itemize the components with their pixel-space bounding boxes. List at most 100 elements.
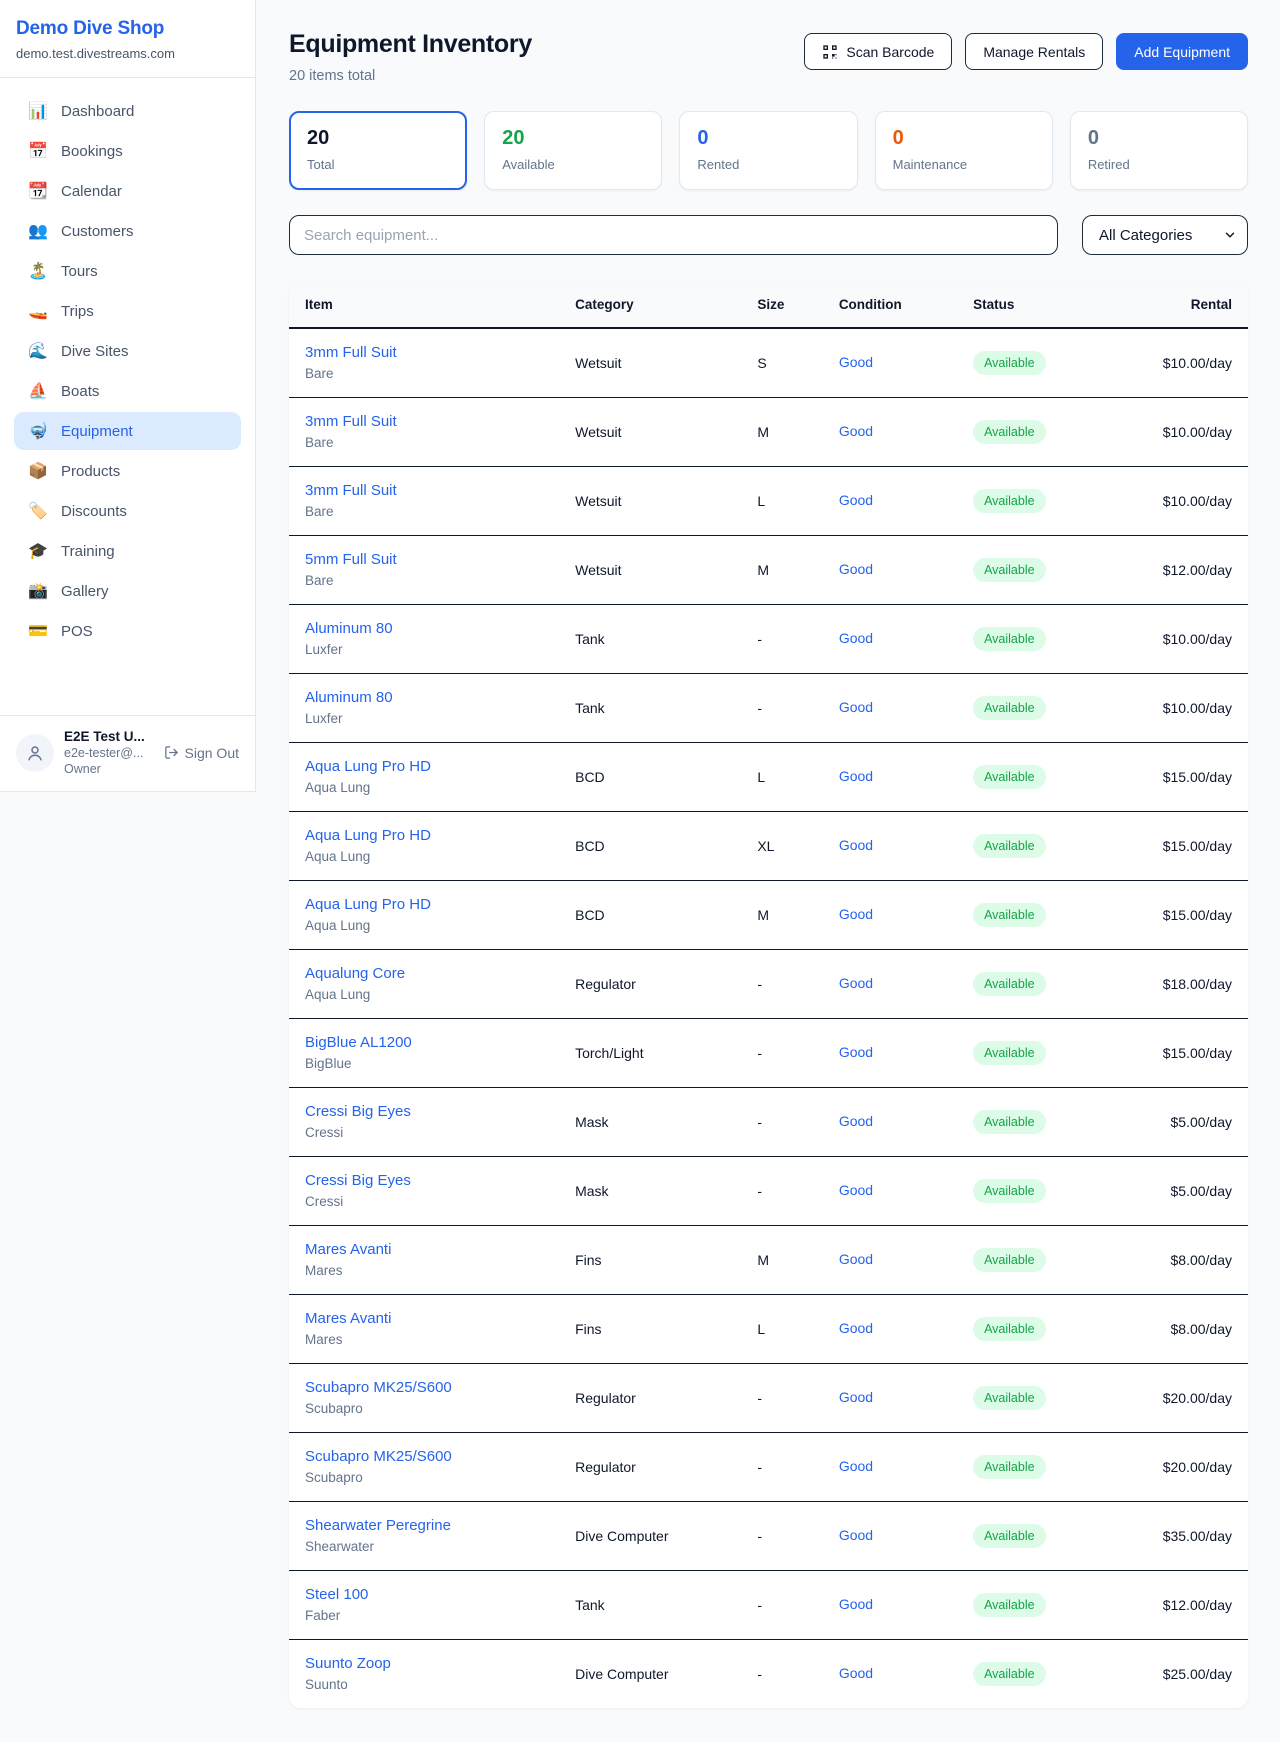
stat-value-retired: 0 xyxy=(1088,127,1230,150)
item-name-link[interactable]: Aluminum 80 xyxy=(305,620,393,637)
condition-link[interactable]: Good xyxy=(839,837,873,853)
manage-rentals-button[interactable]: Manage Rentals xyxy=(965,33,1103,70)
item-name-link[interactable]: Scubapro MK25/S600 xyxy=(305,1448,452,1465)
sidebar-item-bookings[interactable]: 📅 Bookings xyxy=(14,132,241,170)
condition-link[interactable]: Good xyxy=(839,561,873,577)
condition-link[interactable]: Good xyxy=(839,975,873,991)
item-name-link[interactable]: 3mm Full Suit xyxy=(305,482,397,499)
item-name-link[interactable]: Cressi Big Eyes xyxy=(305,1172,411,1189)
condition-link[interactable]: Good xyxy=(839,906,873,922)
sidebar-item-pos[interactable]: 💳 POS xyxy=(14,612,241,650)
item-name-link[interactable]: Aqua Lung Pro HD xyxy=(305,827,431,844)
condition-link[interactable]: Good xyxy=(839,1389,873,1405)
item-name-link[interactable]: Cressi Big Eyes xyxy=(305,1103,411,1120)
table-row[interactable]: Aqua Lung Pro HD Aqua Lung BCD M Good Av… xyxy=(289,880,1248,949)
status-badge: Available xyxy=(973,351,1046,375)
item-size: - xyxy=(749,1501,831,1570)
condition-link[interactable]: Good xyxy=(839,699,873,715)
stat-card-available[interactable]: 20 Available xyxy=(484,111,662,190)
sidebar-item-trips[interactable]: 🚤 Trips xyxy=(14,292,241,330)
camera-flash-icon: 📸 xyxy=(28,581,48,601)
item-size: S xyxy=(749,328,831,397)
sidebar-item-gallery[interactable]: 📸 Gallery xyxy=(14,572,241,610)
table-row[interactable]: Aqua Lung Pro HD Aqua Lung BCD L Good Av… xyxy=(289,742,1248,811)
table-row[interactable]: Steel 100 Faber Tank - Good Available $1… xyxy=(289,1570,1248,1639)
stat-card-rented[interactable]: 0 Rented xyxy=(679,111,857,190)
sidebar-item-calendar[interactable]: 📆 Calendar xyxy=(14,172,241,210)
table-row[interactable]: Mares Avanti Mares Fins M Good Available… xyxy=(289,1225,1248,1294)
condition-link[interactable]: Good xyxy=(839,1458,873,1474)
table-row[interactable]: 3mm Full Suit Bare Wetsuit L Good Availa… xyxy=(289,466,1248,535)
item-name-link[interactable]: Mares Avanti xyxy=(305,1241,391,1258)
table-row[interactable]: Scubapro MK25/S600 Scubapro Regulator - … xyxy=(289,1363,1248,1432)
item-name-link[interactable]: 3mm Full Suit xyxy=(305,344,397,361)
item-size: - xyxy=(749,673,831,742)
status-badge: Available xyxy=(973,903,1046,927)
item-name-link[interactable]: BigBlue AL1200 xyxy=(305,1034,412,1051)
item-name-link[interactable]: 3mm Full Suit xyxy=(305,413,397,430)
item-brand: Suunto xyxy=(305,1677,559,1692)
table-row[interactable]: Shearwater Peregrine Shearwater Dive Com… xyxy=(289,1501,1248,1570)
item-name-link[interactable]: 5mm Full Suit xyxy=(305,551,397,568)
status-badge: Available xyxy=(973,1110,1046,1134)
item-name-link[interactable]: Aqua Lung Pro HD xyxy=(305,758,431,775)
status-badge: Available xyxy=(973,1041,1046,1065)
stat-card-total[interactable]: 20 Total xyxy=(289,111,467,190)
table-row[interactable]: Cressi Big Eyes Cressi Mask - Good Avail… xyxy=(289,1087,1248,1156)
sidebar-item-tours[interactable]: 🏝️ Tours xyxy=(14,252,241,290)
rental-rate: $20.00/day xyxy=(1114,1432,1248,1501)
item-name-link[interactable]: Steel 100 xyxy=(305,1586,368,1603)
table-row[interactable]: BigBlue AL1200 BigBlue Torch/Light - Goo… xyxy=(289,1018,1248,1087)
item-name-link[interactable]: Mares Avanti xyxy=(305,1310,391,1327)
sidebar-item-dive-sites[interactable]: 🌊 Dive Sites xyxy=(14,332,241,370)
table-row[interactable]: Aqualung Core Aqua Lung Regulator - Good… xyxy=(289,949,1248,1018)
sidebar-item-dashboard[interactable]: 📊 Dashboard xyxy=(14,92,241,130)
sidebar-item-training[interactable]: 🎓 Training xyxy=(14,532,241,570)
sidebar-item-customers[interactable]: 👥 Customers xyxy=(14,212,241,250)
item-name-link[interactable]: Shearwater Peregrine xyxy=(305,1517,451,1534)
stat-value-rented: 0 xyxy=(697,127,839,150)
condition-link[interactable]: Good xyxy=(839,768,873,784)
rental-rate: $15.00/day xyxy=(1114,811,1248,880)
condition-link[interactable]: Good xyxy=(839,630,873,646)
condition-link[interactable]: Good xyxy=(839,1182,873,1198)
table-row[interactable]: 5mm Full Suit Bare Wetsuit M Good Availa… xyxy=(289,535,1248,604)
item-name-link[interactable]: Aluminum 80 xyxy=(305,689,393,706)
item-name-link[interactable]: Aqualung Core xyxy=(305,965,405,982)
condition-link[interactable]: Good xyxy=(839,1044,873,1060)
table-row[interactable]: Aqua Lung Pro HD Aqua Lung BCD XL Good A… xyxy=(289,811,1248,880)
table-row[interactable]: Cressi Big Eyes Cressi Mask - Good Avail… xyxy=(289,1156,1248,1225)
scan-barcode-button[interactable]: Scan Barcode xyxy=(804,33,952,70)
sidebar-item-products[interactable]: 📦 Products xyxy=(14,452,241,490)
condition-link[interactable]: Good xyxy=(839,423,873,439)
stat-card-retired[interactable]: 0 Retired xyxy=(1070,111,1248,190)
table-row[interactable]: Mares Avanti Mares Fins L Good Available… xyxy=(289,1294,1248,1363)
condition-link[interactable]: Good xyxy=(839,1596,873,1612)
item-name-link[interactable]: Suunto Zoop xyxy=(305,1655,391,1672)
condition-link[interactable]: Good xyxy=(839,354,873,370)
table-row[interactable]: Scubapro MK25/S600 Scubapro Regulator - … xyxy=(289,1432,1248,1501)
item-name-link[interactable]: Scubapro MK25/S600 xyxy=(305,1379,452,1396)
user-box: E2E Test U... e2e-tester@... Owner Sign … xyxy=(0,715,255,791)
sidebar-item-discounts[interactable]: 🏷️ Discounts xyxy=(14,492,241,530)
stat-card-maintenance[interactable]: 0 Maintenance xyxy=(875,111,1053,190)
table-row[interactable]: Suunto Zoop Suunto Dive Computer - Good … xyxy=(289,1639,1248,1708)
condition-link[interactable]: Good xyxy=(839,492,873,508)
sign-out-button[interactable]: Sign Out xyxy=(164,745,239,761)
condition-link[interactable]: Good xyxy=(839,1665,873,1681)
stat-value-available: 20 xyxy=(502,127,644,150)
condition-link[interactable]: Good xyxy=(839,1113,873,1129)
add-equipment-button[interactable]: Add Equipment xyxy=(1116,33,1248,70)
table-row[interactable]: 3mm Full Suit Bare Wetsuit S Good Availa… xyxy=(289,328,1248,397)
sidebar-item-boats[interactable]: ⛵ Boats xyxy=(14,372,241,410)
table-row[interactable]: Aluminum 80 Luxfer Tank - Good Available… xyxy=(289,673,1248,742)
item-name-link[interactable]: Aqua Lung Pro HD xyxy=(305,896,431,913)
search-input[interactable] xyxy=(289,215,1058,255)
condition-link[interactable]: Good xyxy=(839,1320,873,1336)
condition-link[interactable]: Good xyxy=(839,1251,873,1267)
condition-link[interactable]: Good xyxy=(839,1527,873,1543)
sidebar-item-equipment[interactable]: 🤿 Equipment xyxy=(14,412,241,450)
table-row[interactable]: Aluminum 80 Luxfer Tank - Good Available… xyxy=(289,604,1248,673)
category-select[interactable]: All Categories xyxy=(1082,215,1248,255)
table-row[interactable]: 3mm Full Suit Bare Wetsuit M Good Availa… xyxy=(289,397,1248,466)
